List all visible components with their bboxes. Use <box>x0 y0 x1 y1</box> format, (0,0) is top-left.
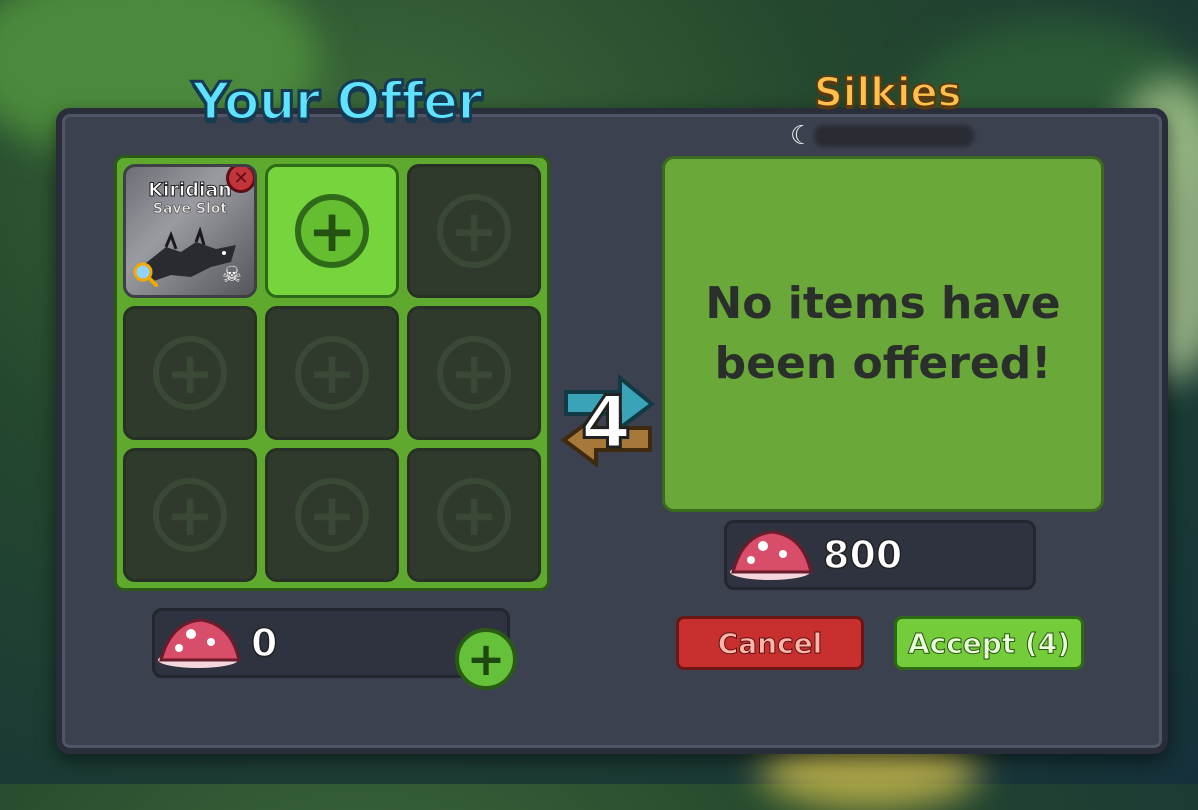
other-player-username: ☾ <box>790 121 980 151</box>
plus-icon: + <box>153 478 227 552</box>
plus-icon: + <box>153 336 227 410</box>
other-offer-area: No items have been offered! <box>662 156 1104 512</box>
empty-offer-slot: + <box>123 448 257 582</box>
mushroom-icon <box>730 530 813 580</box>
plus-icon: + <box>437 336 511 410</box>
other-currency-value: 800 <box>822 532 903 578</box>
plus-icon: + <box>437 478 511 552</box>
moon-icon: ☾ <box>790 121 814 151</box>
no-items-line-1: No items have <box>705 278 1061 329</box>
item-name: Kiridian <box>148 179 233 202</box>
plus-icon: + <box>295 478 369 552</box>
plus-icon: + <box>466 632 506 686</box>
remove-item-button[interactable]: ✕ <box>226 167 254 193</box>
your-offer-grid: Kiridian Save Slot ✕ ☠ + + + + + + + + <box>114 155 550 591</box>
other-player-name: Silkies <box>813 69 962 117</box>
empty-offer-slot: + <box>407 306 541 440</box>
no-items-line-2: been offered! <box>714 338 1052 389</box>
item-subtitle: Save Slot <box>152 201 228 218</box>
your-currency-value: 0 <box>250 620 278 666</box>
empty-offer-slot: + <box>265 448 399 582</box>
plus-icon: + <box>437 194 511 268</box>
empty-offer-slot: + <box>123 306 257 440</box>
your-offer-title: Your Offer <box>191 71 485 134</box>
no-items-message: No items have been offered! <box>705 274 1060 394</box>
accept-button[interactable]: Accept (4) <box>894 616 1084 670</box>
plus-icon: + <box>295 194 369 268</box>
redacted-username <box>814 125 974 147</box>
crossbones-icon: ☠ <box>222 263 242 288</box>
plus-icon: + <box>295 336 369 410</box>
trade-countdown: 4 <box>579 379 632 466</box>
magnifier-icon[interactable] <box>132 261 158 287</box>
offer-slot-item[interactable]: Kiridian Save Slot ✕ ☠ <box>123 164 257 298</box>
add-item-slot[interactable]: + <box>265 164 399 298</box>
other-currency-bar: 800 <box>724 520 1036 590</box>
empty-offer-slot: + <box>265 306 399 440</box>
empty-offer-slot: + <box>407 448 541 582</box>
empty-offer-slot: + <box>407 164 541 298</box>
mushroom-icon <box>158 618 241 668</box>
cancel-button[interactable]: Cancel <box>676 616 864 670</box>
add-currency-button[interactable]: + <box>455 628 517 690</box>
